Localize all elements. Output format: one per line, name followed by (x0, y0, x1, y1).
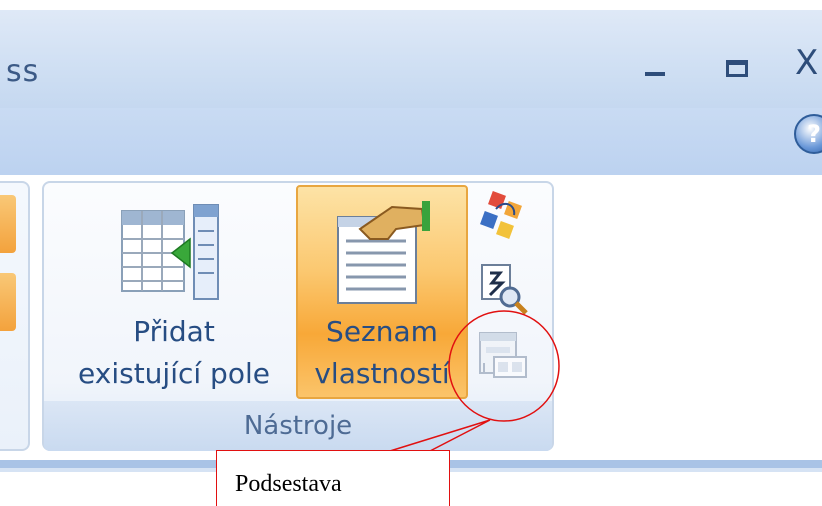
ribbon-group-previous (0, 181, 30, 451)
add-existing-fields-button[interactable]: Přidat existující pole (58, 187, 290, 397)
maximize-icon (726, 60, 748, 77)
close-button[interactable]: X (795, 46, 822, 96)
callout-box: Podsestava (216, 450, 450, 506)
tab-order-icon (480, 191, 522, 239)
title-bar: ss X (0, 10, 822, 108)
subform-icon (479, 332, 527, 378)
ribbon-body: Nástroje Přidat existující pole Seznam v… (0, 175, 822, 460)
window-title: ss (6, 54, 40, 89)
minimize-button[interactable] (640, 40, 680, 90)
property-sheet-button[interactable]: Seznam vlastností (296, 185, 468, 399)
subform-button[interactable] (476, 329, 530, 383)
maximize-button[interactable] (720, 40, 760, 90)
add-existing-fields-icon (121, 204, 219, 300)
property-sheet-icon (337, 201, 430, 304)
ribbon-tab-strip (0, 108, 822, 175)
view-code-icon (481, 264, 528, 315)
add-fields-label-line2: existující pole (78, 357, 270, 390)
property-sheet-label-line2: vlastností (314, 357, 450, 390)
tab-order-button[interactable] (476, 189, 530, 243)
callout-text: Podsestava (235, 471, 342, 497)
add-fields-label-line1: Přidat (133, 315, 215, 348)
view-code-button[interactable] (476, 261, 530, 315)
property-sheet-label-line1: Seznam (326, 315, 438, 348)
previous-group-button-fragment[interactable] (0, 273, 16, 331)
previous-group-button-fragment[interactable] (0, 195, 16, 253)
group-label: Nástroje (243, 411, 353, 441)
